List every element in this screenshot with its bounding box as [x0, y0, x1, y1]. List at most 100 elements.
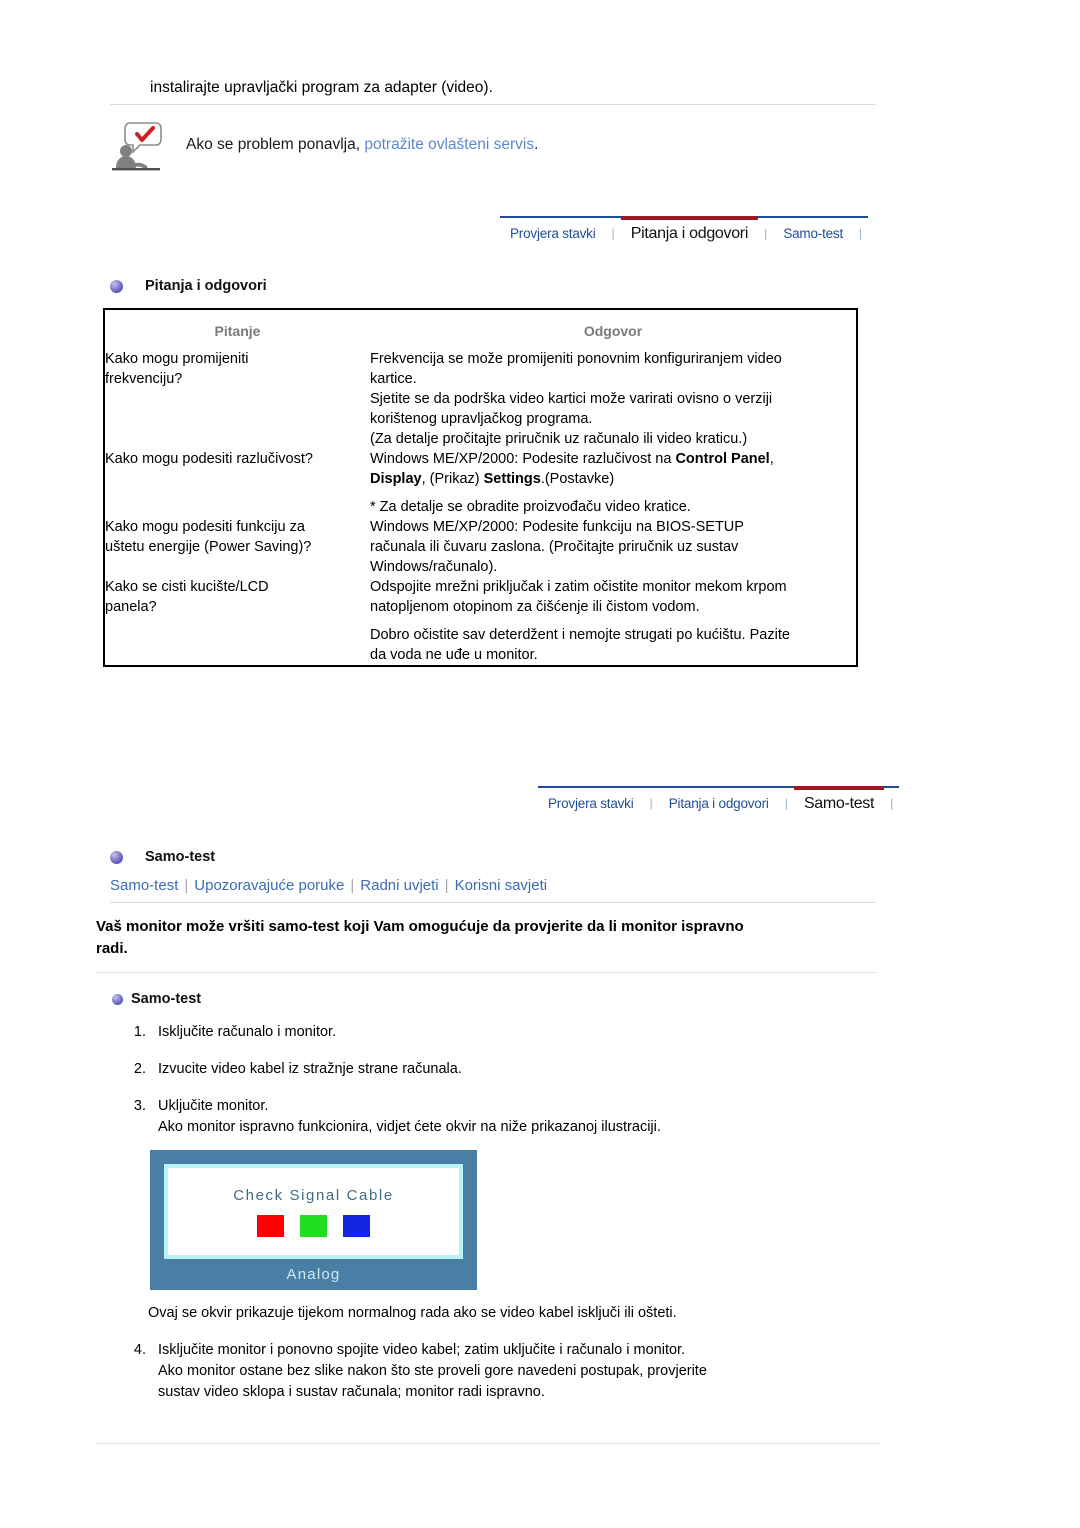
tab-separator: ❘	[778, 786, 794, 816]
answer-line: Odspojite mrežni priključak i zatim očis…	[370, 579, 787, 595]
tab-pitanja-i-odgovori[interactable]: Pitanja i odgovori	[620, 216, 759, 243]
continuation-text: instalirajte upravljački program za adap…	[150, 79, 493, 96]
answer-line: računala ili čuvaru zaslona. (Pročitajte…	[370, 539, 739, 555]
table-row: Kako se cisti kucište/LCD panela? Odspoj…	[105, 577, 856, 665]
step-number: 3.	[133, 1098, 146, 1114]
faq-question-cell: Kako se cisti kucište/LCD panela?	[105, 577, 370, 665]
selftest-steps: 1. Isključite računalo i monitor. 2. Izv…	[112, 1022, 872, 1154]
purple-sphere-bullet-icon	[110, 279, 123, 293]
step-line: Ako monitor ispravno funkcionira, vidjet…	[158, 1119, 661, 1135]
step-body: Izvucite video kabel iz stražnje strane …	[158, 1059, 872, 1080]
table-header-row: Pitanje Odgovor	[105, 310, 856, 349]
analog-label: Analog	[286, 1266, 341, 1283]
note-row: Ako se problem ponavlja, potražite ovlaš…	[110, 120, 876, 174]
check-signal-cable-message: Check Signal Cable	[233, 1186, 394, 1204]
monitor-screen: Check Signal Cable	[164, 1164, 463, 1259]
divider-sublinks	[110, 902, 876, 903]
question-line: uštetu energije (Power Saving)?	[105, 539, 312, 555]
selftest-bullet-heading: Samo-test	[112, 991, 201, 1007]
table-row: Kako mogu podesiti razlučivost? Windows …	[105, 449, 856, 517]
tab-separator: ❘	[758, 216, 774, 246]
list-item: 1. Isključite računalo i monitor.	[112, 1022, 872, 1043]
answer-line: Display, (Prikaz) Settings.(Postavke)	[370, 469, 856, 489]
sublink-upozoravajuce-poruke[interactable]: Upozoravajuće poruke	[194, 877, 344, 894]
blue-swatch	[343, 1214, 370, 1237]
step-line: Uključite monitor.	[158, 1098, 269, 1114]
faq-answer-cell: Odspojite mrežni priključak i zatim očis…	[370, 577, 856, 665]
top-continuation-block: instalirajte upravljački program za adap…	[110, 78, 876, 105]
selftest-section-heading: Samo-test	[110, 849, 215, 865]
step-number: 2.	[133, 1061, 146, 1077]
answer-bold-settings: Settings	[483, 471, 541, 487]
question-line: frekvenciju?	[105, 371, 183, 387]
list-item: 4. Isključite monitor i ponovno spojite …	[112, 1340, 872, 1403]
document-page: instalirajte upravljački program za adap…	[0, 0, 1080, 1528]
selftest-heading-label: Samo-test	[145, 849, 216, 865]
step-number: 1.	[133, 1024, 146, 1040]
sublink-separator: |	[350, 877, 355, 894]
tab-pitanja-i-odgovori[interactable]: Pitanja i odgovori	[658, 786, 779, 813]
sublink-separator: |	[444, 877, 449, 894]
faq-answer-cell: Frekvencija se može promijeniti ponovnim…	[370, 349, 856, 389]
faq-heading-label: Pitanja i odgovori	[145, 278, 267, 294]
divider-top	[110, 104, 876, 105]
answer-line: korištenog upravljačkog programa.	[370, 411, 593, 427]
answer-bold-display: Display	[370, 471, 422, 487]
list-item: 3. Uključite monitor. Ako monitor isprav…	[112, 1096, 872, 1138]
answer-bold-control-panel: Control Panel	[675, 451, 770, 467]
answer-footnote: * Za detalje se obradite proizvođaču vid…	[370, 499, 691, 515]
intro-line: radi.	[96, 940, 128, 957]
green-swatch	[300, 1214, 327, 1237]
table-row: Kako mogu podesiti funkciju za uštetu en…	[105, 517, 856, 577]
step-line: Isključite monitor i ponovno spojite vid…	[158, 1342, 686, 1358]
step-line: Izvucite video kabel iz stražnje strane …	[158, 1061, 462, 1077]
rgb-swatches	[257, 1214, 370, 1237]
step-body: Isključite monitor i ponovno spojite vid…	[158, 1340, 872, 1403]
divider-intro	[96, 972, 876, 973]
answer-line: Windows/računalo).	[370, 559, 498, 575]
answer-line: da voda ne uđe u monitor.	[370, 647, 538, 663]
step-line: Ako monitor ostane bez slike nakon što s…	[158, 1363, 707, 1379]
selftest-bullet-label: Samo-test	[131, 991, 202, 1007]
step-line: sustav video sklopa i sustav računala; m…	[158, 1384, 545, 1400]
question-line: Kako mogu podesiti funkciju za	[105, 519, 305, 535]
question-line: Kako mogu promijeniti	[105, 351, 249, 367]
faq-answer-cell: Sjetite se da podrška video kartici može…	[370, 389, 856, 449]
faq-table: Pitanje Odgovor Kako mogu promijeniti fr…	[103, 308, 858, 667]
answer-text: ,	[769, 451, 774, 467]
sublink-radni-uvjeti[interactable]: Radni uvjeti	[360, 877, 438, 894]
faq-question-cell: Kako mogu podesiti funkciju za uštetu en…	[105, 517, 370, 577]
step-line: Isključite računalo i monitor.	[158, 1024, 337, 1040]
sublink-korisni-savjeti[interactable]: Korisni savjeti	[455, 877, 548, 894]
tabbar-selftest: Provjera stavki ❘ Pitanja i odgovori ❘ S…	[538, 786, 900, 816]
authorized-service-link[interactable]: potražite ovlašteni servis	[364, 136, 534, 153]
sublink-samo-test[interactable]: Samo-test	[110, 877, 178, 894]
answer-line: Windows ME/XP/2000: Podesite razlučivost…	[370, 449, 856, 469]
tab-samo-test[interactable]: Samo-test	[793, 786, 885, 813]
tabbar-faq: Provjera stavki ❘ Pitanja i odgovori ❘ S…	[500, 216, 869, 246]
answer-line: (Za detalje pročitajte priručnik uz raču…	[370, 431, 748, 447]
divider-bottom	[96, 1443, 880, 1444]
tab-separator: ❘	[853, 216, 869, 246]
answer-line: Frekvencija se može promijeniti ponovnim…	[370, 351, 782, 367]
tab-provjera-stavki[interactable]: Provjera stavki	[538, 786, 644, 813]
answer-line: natopljenom otopinom za čišćenje ili čis…	[370, 599, 700, 615]
tab-separator: ❘	[605, 216, 621, 246]
faq-answer-cell: Windows ME/XP/2000: Podesite razlučivost…	[370, 449, 856, 517]
tab-provjera-stavki[interactable]: Provjera stavki	[500, 216, 606, 243]
faq-question-cell: Kako mogu promijeniti frekvenciju?	[105, 349, 370, 389]
intro-line: Vaš monitor može vršiti samo-test koji V…	[96, 918, 744, 935]
column-header-question: Pitanje	[214, 323, 261, 339]
tab-separator: ❘	[643, 786, 659, 816]
purple-sphere-bullet-icon	[112, 993, 123, 1005]
selftest-sublinks: Samo-test | Upozoravajuće poruke | Radni uvj…	[110, 875, 876, 903]
answer-line: Sjetite se da podrška video kartici može…	[370, 391, 773, 407]
answer-text: .(Postavke)	[540, 471, 615, 487]
sublink-separator: |	[184, 877, 189, 894]
faq-section-heading: Pitanja i odgovori	[110, 278, 267, 294]
selftest-steps-continued: 4. Isključite monitor i ponovno spojite …	[112, 1340, 872, 1419]
red-swatch	[257, 1214, 284, 1237]
answer-line: Dobro očistite sav deterdžent i nemojte …	[370, 627, 790, 643]
tab-samo-test[interactable]: Samo-test	[773, 216, 854, 243]
purple-sphere-bullet-icon	[110, 850, 123, 864]
